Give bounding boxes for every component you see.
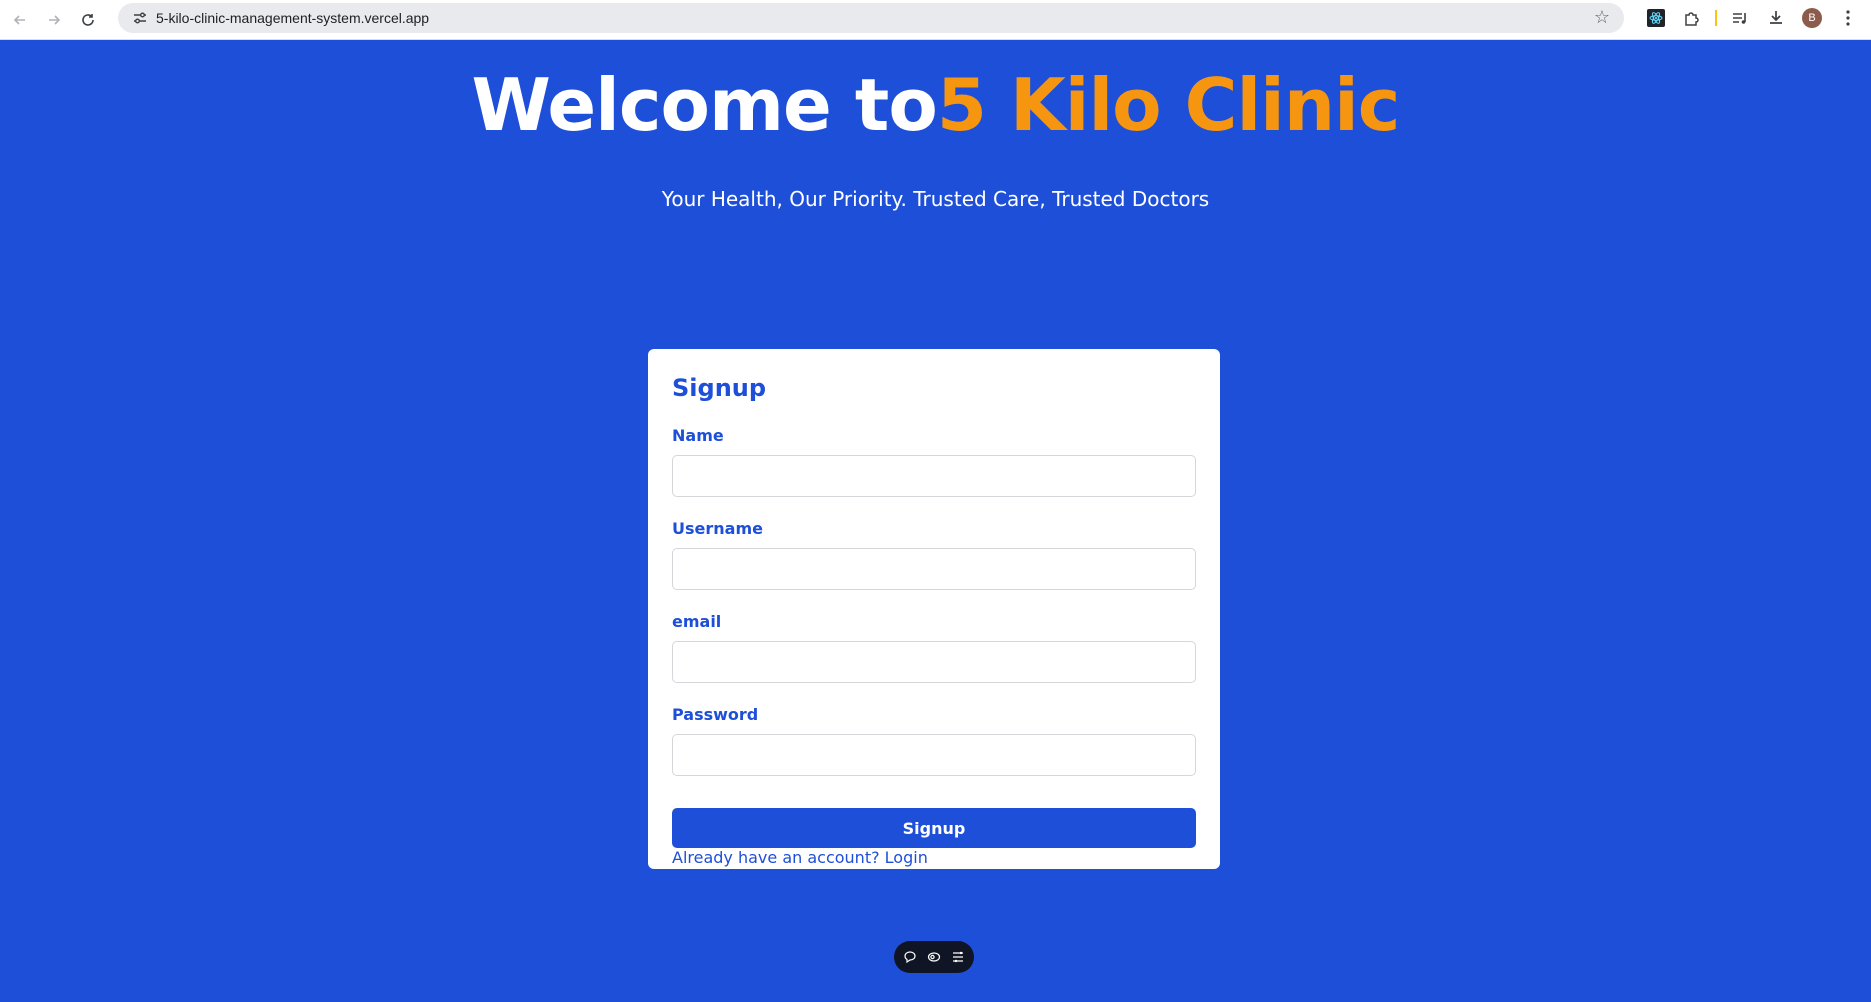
page-title: Welcome to5 Kilo Clinic: [0, 62, 1871, 148]
toggle-icon[interactable]: [926, 949, 942, 965]
kebab-menu-icon: [1846, 10, 1850, 26]
page-subtitle: Your Health, Our Priority. Trusted Care,…: [661, 187, 1210, 211]
site-info-icon[interactable]: [130, 8, 150, 28]
login-link[interactable]: Already have an account? Login: [672, 848, 928, 868]
floating-toolbar: [894, 941, 974, 973]
name-input[interactable]: [672, 455, 1196, 497]
react-devtools-extension[interactable]: [1643, 6, 1669, 30]
forward-button[interactable]: [40, 6, 68, 34]
toolbar-divider: [1715, 10, 1717, 26]
download-icon: [1770, 11, 1782, 24]
react-icon: [1647, 9, 1665, 27]
profile-button[interactable]: B: [1799, 6, 1825, 30]
signup-button[interactable]: Signup: [672, 808, 1196, 848]
bookmark-star-icon[interactable]: ☆: [1592, 8, 1612, 28]
arrow-right-icon: [49, 14, 61, 25]
browser-menu-button[interactable]: [1835, 6, 1861, 30]
puzzle-icon: [1685, 12, 1699, 26]
form-title: Signup: [672, 374, 767, 402]
url-text: 5-kilo-clinic-management-system.vercel.a…: [156, 10, 430, 26]
menu-lines-icon[interactable]: [950, 949, 966, 965]
title-accent: 5 Kilo Clinic: [936, 63, 1401, 147]
reload-button[interactable]: [74, 6, 102, 34]
name-label: Name: [672, 426, 724, 445]
playlist-icon: [1733, 13, 1746, 24]
username-label: Username: [672, 519, 763, 538]
extensions-button[interactable]: [1679, 6, 1705, 30]
signup-form: Signup Name Username email Password Sign…: [648, 349, 1220, 869]
username-input[interactable]: [672, 548, 1196, 590]
back-button[interactable]: [6, 6, 34, 34]
address-bar[interactable]: 5-kilo-clinic-management-system.vercel.a…: [118, 3, 1624, 33]
email-label: email: [672, 612, 722, 631]
password-label: Password: [672, 705, 759, 724]
comment-icon[interactable]: [902, 949, 918, 965]
password-input[interactable]: [672, 734, 1196, 776]
toolbar-icons: B: [1643, 6, 1861, 30]
email-input[interactable]: [672, 641, 1196, 683]
media-controls-button[interactable]: [1727, 6, 1753, 30]
downloads-button[interactable]: [1763, 6, 1789, 30]
reload-icon: [82, 13, 94, 26]
browser-toolbar: 5-kilo-clinic-management-system.vercel.a…: [0, 0, 1871, 40]
title-prefix: Welcome to: [471, 63, 938, 147]
arrow-left-icon: [13, 14, 25, 25]
avatar: B: [1802, 8, 1822, 28]
